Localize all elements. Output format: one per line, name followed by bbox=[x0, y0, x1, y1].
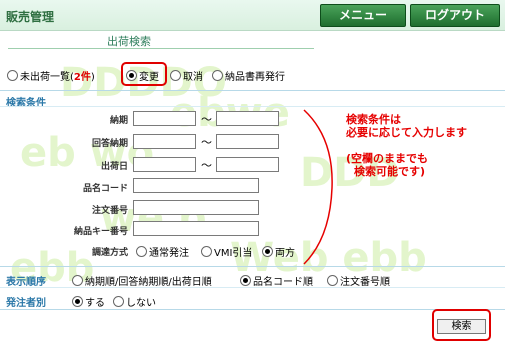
radio-procurement-vmi[interactable]: VMI引当 bbox=[201, 244, 252, 259]
radio-orderer-yes[interactable]: する bbox=[72, 294, 105, 309]
highlight-box-search bbox=[432, 309, 491, 341]
radio-order-delivery[interactable]: 納期順/回答納期順/出荷日順 bbox=[72, 273, 212, 288]
app-title: 販売管理 bbox=[6, 10, 55, 24]
range-separator: 〜 bbox=[201, 159, 212, 172]
label-product-key-number: 納品キー番号 bbox=[73, 227, 128, 237]
title-divider bbox=[8, 48, 314, 49]
delivery-date-from-input[interactable] bbox=[133, 111, 196, 126]
product-key-number-input[interactable] bbox=[133, 221, 259, 236]
radio-procurement-both[interactable]: 両方 bbox=[262, 244, 295, 259]
section-divider bbox=[0, 106, 505, 107]
label-order-number: 注文番号 bbox=[91, 206, 128, 216]
answer-delivery-date-to-input[interactable] bbox=[216, 134, 279, 149]
radio-procurement-normal[interactable]: 通常発注 bbox=[136, 244, 189, 259]
radio-order-order-number[interactable]: 注文番号順 bbox=[327, 273, 390, 288]
radio-icon[interactable] bbox=[136, 246, 147, 257]
logout-button[interactable]: ログアウト bbox=[410, 4, 500, 27]
section-divider bbox=[0, 266, 505, 267]
highlight-box-change bbox=[121, 62, 167, 86]
radio-icon[interactable] bbox=[327, 275, 338, 286]
label-procurement-method: 調達方式 bbox=[91, 248, 128, 258]
label-ship-date: 出荷日 bbox=[100, 162, 128, 172]
radio-selected-icon[interactable] bbox=[72, 296, 83, 307]
annotation-line4: 検索可能です) bbox=[354, 165, 426, 178]
label-answer-delivery-date: 回答納期 bbox=[91, 139, 128, 149]
red-brace-annotation bbox=[303, 109, 333, 265]
radio-cancel[interactable]: 取消 bbox=[170, 68, 203, 83]
delivery-date-to-input[interactable] bbox=[216, 111, 279, 126]
label-delivery-date: 納期 bbox=[109, 116, 128, 126]
annotation-line3: (空欄のままでも bbox=[346, 152, 429, 165]
radio-icon[interactable] bbox=[113, 296, 124, 307]
radio-selected-icon[interactable] bbox=[240, 275, 251, 286]
range-separator: 〜 bbox=[201, 113, 212, 126]
radio-orderer-no[interactable]: しない bbox=[113, 294, 156, 309]
section-divider bbox=[0, 309, 505, 310]
radio-icon[interactable] bbox=[212, 70, 223, 81]
menu-button[interactable]: メニュー bbox=[320, 4, 406, 27]
radio-unshipped-list[interactable]: 未出荷一覧(2件) bbox=[7, 68, 95, 83]
section-divider bbox=[0, 287, 505, 288]
answer-delivery-date-from-input[interactable] bbox=[133, 134, 196, 149]
page-title: 出荷検索 bbox=[107, 35, 151, 48]
orderer-type-label: 発注者別 bbox=[6, 298, 46, 309]
annotation-line1: 検索条件は bbox=[346, 113, 401, 126]
annotation-line2: 必要に応じて入力します bbox=[346, 126, 467, 139]
label-product-code: 品名コード bbox=[82, 184, 128, 194]
radio-selected-icon[interactable] bbox=[262, 246, 273, 257]
top-bar: 販売管理 メニュー ログアウト bbox=[0, 0, 505, 31]
radio-icon[interactable] bbox=[7, 70, 18, 81]
range-separator: 〜 bbox=[201, 136, 212, 149]
display-order-label: 表示順序 bbox=[6, 277, 46, 288]
product-code-input[interactable] bbox=[133, 178, 259, 193]
radio-reissue[interactable]: 納品書再発行 bbox=[212, 68, 285, 83]
radio-order-product-code[interactable]: 品名コード順 bbox=[240, 273, 313, 288]
order-number-input[interactable] bbox=[133, 200, 259, 215]
radio-icon[interactable] bbox=[72, 275, 83, 286]
radio-icon[interactable] bbox=[170, 70, 181, 81]
ship-date-from-input[interactable] bbox=[133, 157, 196, 172]
radio-icon[interactable] bbox=[201, 246, 212, 257]
unshipped-count: 2件 bbox=[73, 72, 91, 83]
section-divider bbox=[0, 90, 505, 91]
ship-date-to-input[interactable] bbox=[216, 157, 279, 172]
